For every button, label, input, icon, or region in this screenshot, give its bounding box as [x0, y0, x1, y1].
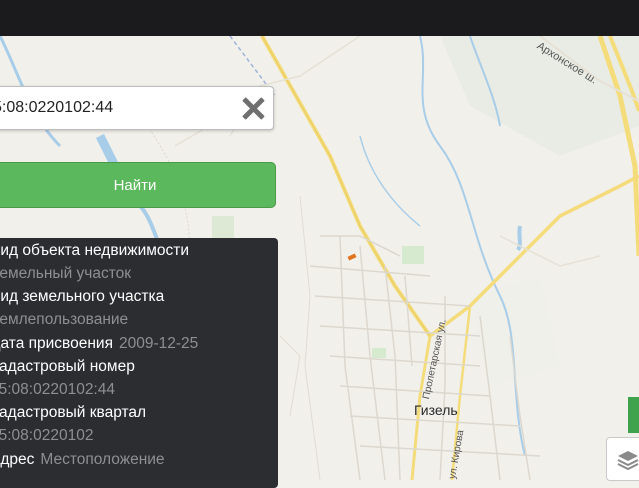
address-value: Местоположение [40, 451, 165, 468]
town-label: Гизель [414, 402, 458, 418]
cadastral-quarter-value: 15:08:0220102 [0, 427, 94, 444]
object-type-label: Вид объекта недвижимости [0, 242, 190, 259]
info-cadastral-quarter-label-row: Кадастровый квартал [0, 404, 278, 426]
info-address-row: Адрес Местоположение [0, 451, 278, 473]
map-green-marker [628, 397, 639, 433]
land-type-label: Вид земельного участка [0, 288, 165, 305]
layers-icon [617, 451, 639, 471]
info-cadastral-number-value-row: 15:08:0220102:44 [0, 381, 278, 403]
cadastral-search-input[interactable] [0, 87, 225, 129]
date-label: Дата присвоения [0, 335, 113, 352]
date-value: 2009-12-25 [118, 335, 199, 352]
top-bar [0, 0, 639, 36]
cadastral-number-label: Кадастровый номер [0, 358, 135, 375]
info-cadastral-quarter-value-row: 15:08:0220102 [0, 427, 278, 449]
info-land-type-label-row: Вид земельного участка [0, 288, 278, 310]
info-object-type-value-row: Земельный участок [0, 265, 278, 287]
object-type-value: Земельный участок [0, 265, 132, 282]
info-land-type-value-row: Землепользование [0, 311, 278, 333]
cadastral-quarter-label: Кадастровый квартал [0, 404, 147, 421]
close-icon[interactable] [241, 96, 265, 120]
info-cadastral-number-label-row: Кадастровый номер [0, 358, 278, 380]
address-label: Адрес [0, 451, 35, 468]
layers-button[interactable] [606, 437, 639, 481]
search-box [0, 86, 274, 130]
find-button[interactable]: Найти [0, 162, 276, 208]
cadastral-number-value: 15:08:0220102:44 [0, 381, 115, 398]
land-type-value: Землепользование [0, 311, 129, 328]
object-info-panel: Вид объекта недвижимости Земельный участ… [0, 238, 278, 488]
info-date-row: Дата присвоения 2009-12-25 [0, 335, 278, 357]
info-object-type-label-row: Вид объекта недвижимости [0, 242, 278, 264]
